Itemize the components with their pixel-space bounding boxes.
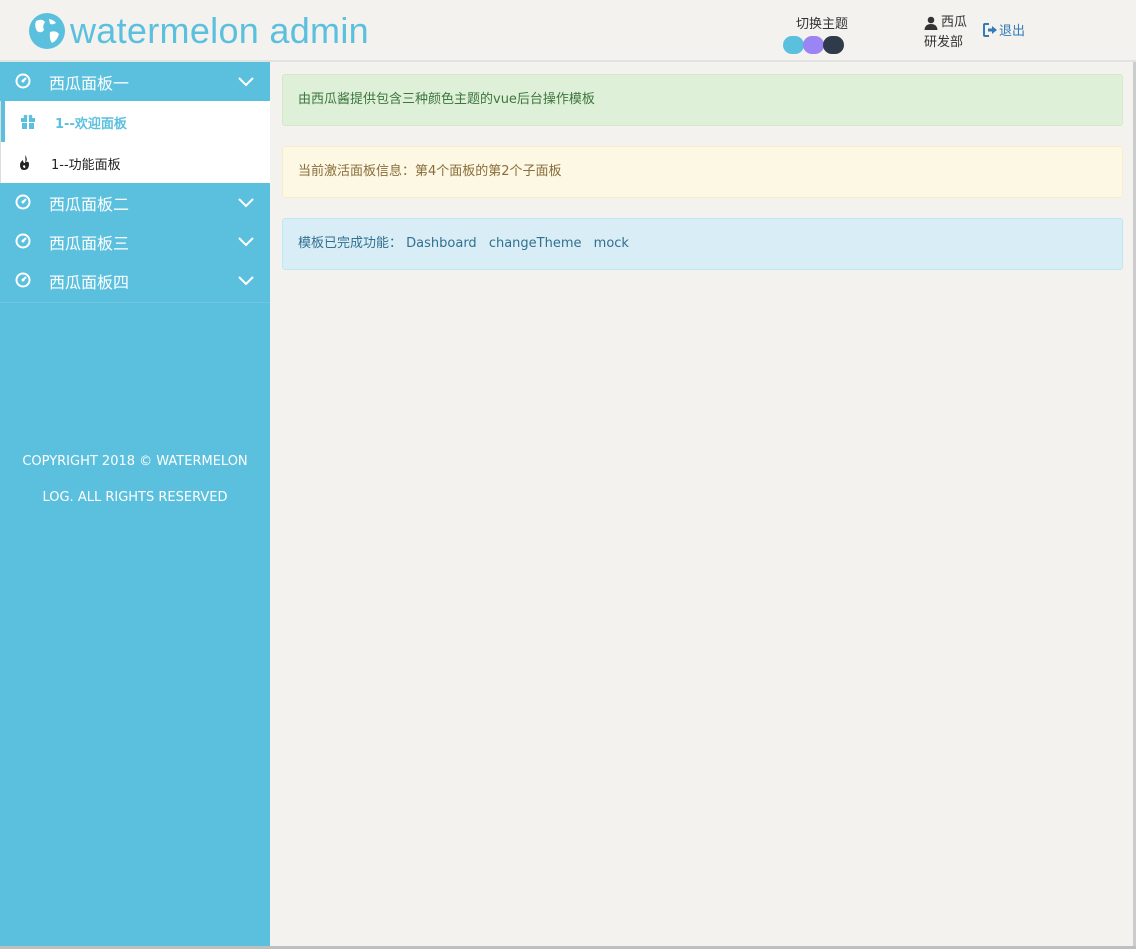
sidebar-group-label: 西瓜面板二 (49, 194, 130, 214)
dashboard-icon (15, 194, 31, 210)
sidebar-group-3[interactable]: 西瓜面板三 (0, 222, 270, 261)
sidebar-group-label: 西瓜面板四 (49, 272, 130, 292)
sidebar-group-2[interactable]: 西瓜面板二 (0, 183, 270, 222)
theme-dark-button[interactable] (823, 36, 844, 54)
sidebar-item-label: 1--欢迎面板 (55, 117, 127, 132)
sidebar-item-label: 1--功能面板 (51, 158, 121, 173)
active-panel-alert: 当前激活面板信息：第4个面板的第2个子面板 (282, 146, 1123, 198)
top-header: watermelon admin 切换主题 西瓜 研发部 退出 (0, 0, 1136, 62)
features-label: 模板已完成功能： (298, 236, 403, 251)
sidebar-divider (0, 302, 270, 303)
sidebar-submenu: 1--欢迎面板 1--功能面板 (0, 101, 270, 183)
theme-blue-button[interactable] (783, 36, 804, 54)
sidebar-item-function-panel[interactable]: 1--功能面板 (1, 142, 270, 183)
fire-icon (20, 155, 29, 170)
gift-icon (21, 114, 35, 129)
feature-change-theme[interactable]: changeTheme (489, 236, 582, 251)
sidebar-group-label: 西瓜面板三 (49, 233, 130, 253)
globe-icon (29, 13, 65, 49)
theme-switch-label: 切换主题 (795, 17, 848, 32)
app-title: watermelon admin (70, 10, 369, 51)
copyright-line: COPYRIGHT 2018 © WATERMELON (22, 454, 248, 469)
user-icon (924, 16, 938, 30)
sidebar: 西瓜面板一 1--欢迎面板 1--功能面板 西瓜面板二 西瓜面板三 西瓜面板四 … (0, 62, 270, 949)
active-panel-text: 当前激活面板信息：第4个面板的第2个子面板 (298, 164, 562, 179)
chevron-down-icon (238, 237, 254, 247)
chevron-down-icon (238, 77, 254, 87)
logout-button[interactable]: 退出 (983, 20, 1025, 39)
feature-mock[interactable]: mock (594, 236, 629, 251)
intro-alert: 由西瓜酱提供包含三种颜色主题的vue后台操作模板 (282, 74, 1123, 126)
feature-dashboard[interactable]: Dashboard (406, 236, 477, 251)
logout-icon (983, 22, 997, 37)
app-logo[interactable]: watermelon admin (28, 12, 369, 50)
copyright-text: COPYRIGHT 2018 © WATERMELON LOG. ALL RIG… (0, 444, 270, 516)
logout-label: 退出 (999, 24, 1026, 39)
dashboard-icon (15, 73, 31, 89)
sidebar-group-4[interactable]: 西瓜面板四 (0, 261, 270, 300)
chevron-down-icon (238, 276, 254, 286)
chevron-down-icon (238, 198, 254, 208)
dashboard-icon (15, 233, 31, 249)
user-info: 西瓜 研发部 (924, 13, 967, 53)
sidebar-group-1[interactable]: 西瓜面板一 (0, 62, 270, 101)
intro-text: 由西瓜酱提供包含三种颜色主题的vue后台操作模板 (298, 92, 595, 107)
dashboard-icon (15, 272, 31, 288)
sidebar-item-welcome-panel[interactable]: 1--欢迎面板 (1, 101, 270, 142)
features-alert: 模板已完成功能： Dashboard changeTheme mock (282, 218, 1123, 270)
theme-switcher: 切换主题 (783, 13, 855, 54)
copyright-line: LOG. ALL RIGHTS RESERVED (42, 490, 228, 505)
user-name: 西瓜 (941, 15, 968, 30)
user-department: 研发部 (924, 35, 964, 50)
sidebar-group-label: 西瓜面板一 (49, 73, 130, 93)
theme-purple-button[interactable] (803, 36, 824, 54)
